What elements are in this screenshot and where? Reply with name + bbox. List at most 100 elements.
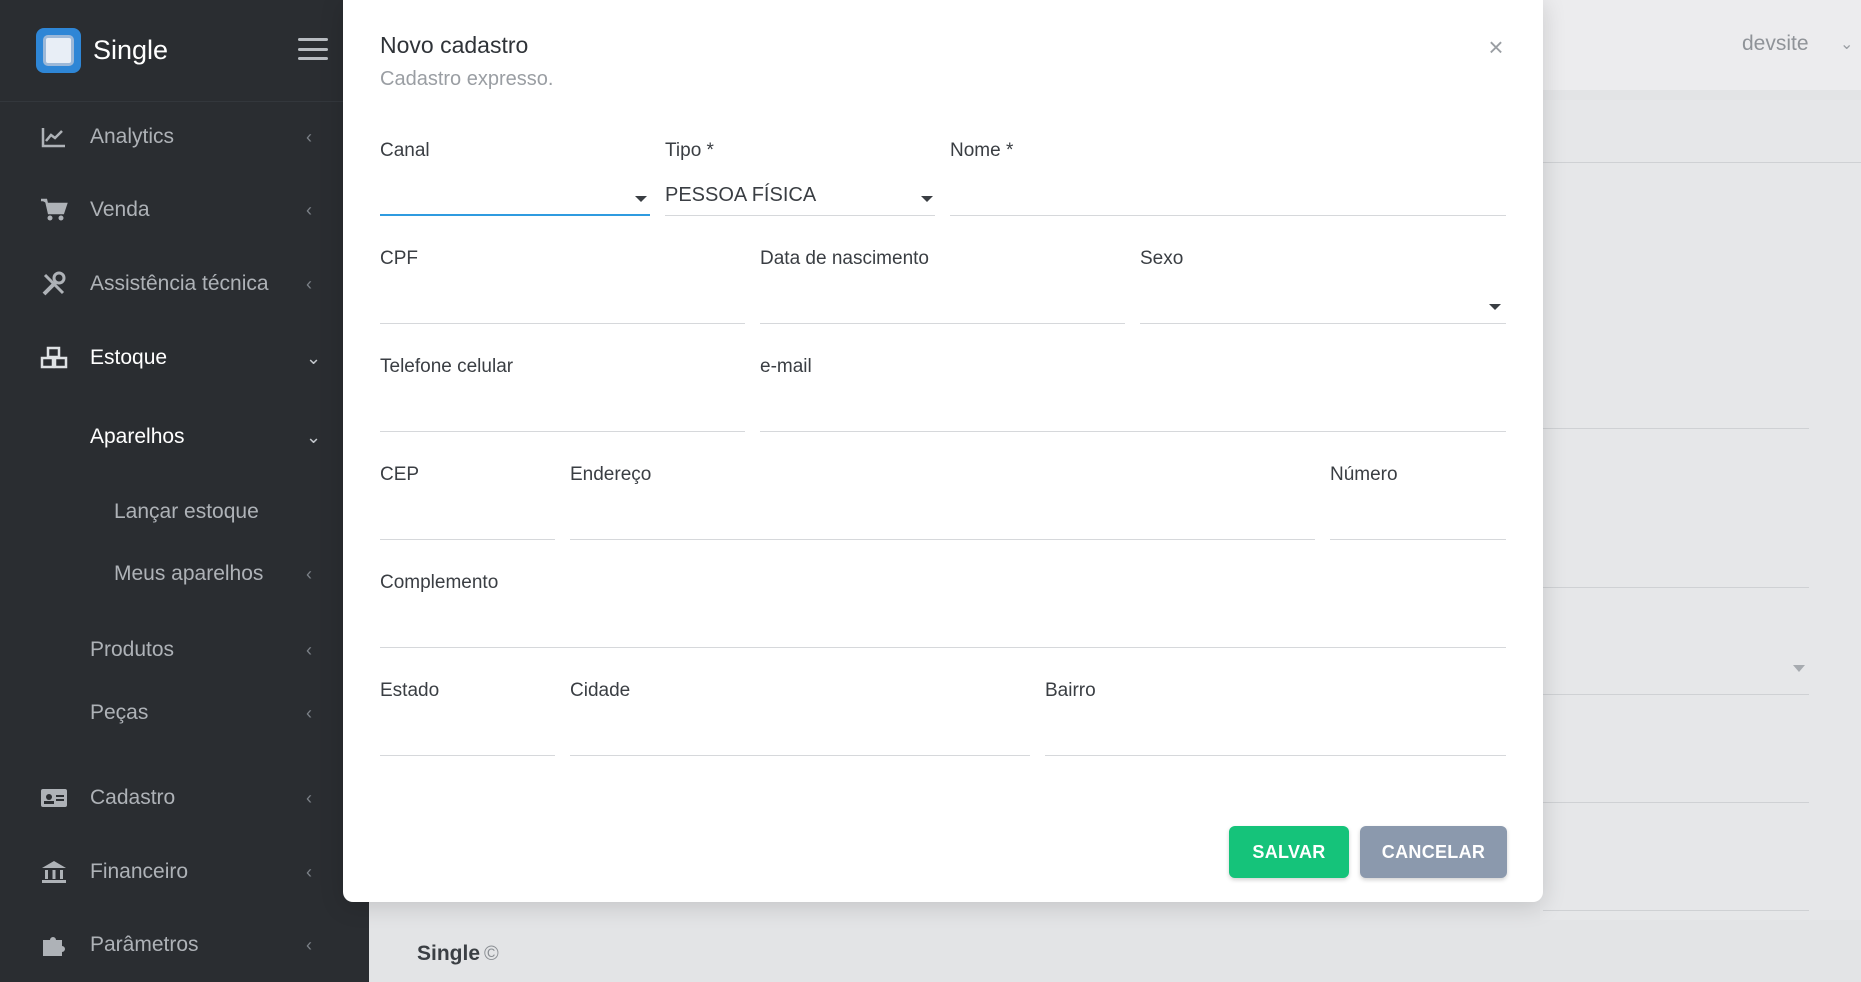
state-input[interactable] [380,710,555,756]
number-label: Número [1330,464,1398,485]
email-field: e-mail [760,356,1506,436]
sidebar: Single Analytics ‹ Venda ‹ Assistência t… [0,0,369,982]
menu-toggle-icon[interactable] [298,38,328,60]
divider [1543,162,1861,163]
sidebar-item-parametros[interactable]: Parâmetros ‹ [0,920,369,970]
chevron-down-icon: ⌄ [306,348,322,368]
divider [1543,428,1809,429]
divider [1543,910,1809,911]
chevron-left-icon: ‹ [306,862,312,882]
complement-label: Complemento [380,572,499,593]
city-input[interactable] [570,710,1030,756]
cep-input[interactable] [380,494,555,540]
cep-label: CEP [380,464,420,485]
brand-name: Single [93,35,169,65]
user-menu[interactable]: devsite [1742,32,1809,56]
sidebar-item-label: Peças [90,701,149,724]
sidebar-item-financeiro[interactable]: Financeiro ‹ [0,847,369,897]
sidebar-item-label: Venda [90,198,150,221]
birthdate-input[interactable] [760,278,1125,324]
tipo-field: Tipo * PESSOA FÍSICA [665,140,935,220]
sidebar-item-meus-aparelhos[interactable]: Meus aparelhos ‹ [0,549,369,599]
sexo-select[interactable] [1140,278,1506,324]
neighborhood-input[interactable] [1045,710,1506,756]
chevron-down-icon[interactable]: ⌄ [1840,34,1853,54]
sidebar-item-assistencia-tecnica[interactable]: Assistência técnica ‹ [0,259,369,309]
brand-logo-icon [36,28,81,73]
save-button[interactable]: SALVAR [1229,826,1349,878]
birthdate-label: Data de nascimento [760,248,929,269]
caret-down-icon [1489,304,1501,310]
id-card-icon [40,784,68,812]
sidebar-item-label: Estoque [90,346,168,369]
close-icon[interactable]: × [1485,34,1507,60]
chevron-left-icon: ‹ [306,564,312,584]
sidebar-item-lancar-estoque[interactable]: Lançar estoque [0,487,369,537]
neighborhood-label: Bairro [1045,680,1096,701]
chevron-left-icon: ‹ [306,127,312,147]
sexo-label: Sexo [1140,248,1184,269]
phone-input[interactable] [380,386,745,432]
sidebar-item-produtos[interactable]: Produtos ‹ [0,625,369,675]
sexo-field: Sexo [1140,248,1506,328]
divider [1543,802,1809,803]
sidebar-item-venda[interactable]: Venda ‹ [0,185,369,235]
city-label: Cidade [570,680,631,701]
number-input[interactable] [1330,494,1506,540]
caret-down-icon [921,196,933,202]
address-label: Endereço [570,464,652,485]
chevron-left-icon: ‹ [306,788,312,808]
address-field: Endereço [570,464,1315,544]
chevron-left-icon: ‹ [306,703,312,723]
sidebar-item-label: Parâmetros [90,933,199,956]
sidebar-item-aparelhos[interactable]: Aparelhos ⌄ [0,412,369,462]
caret-down-icon [635,196,647,202]
tipo-select[interactable]: PESSOA FÍSICA [665,170,935,216]
cpf-input[interactable] [380,278,745,324]
state-field: Estado [380,680,555,760]
sidebar-item-cadastro[interactable]: Cadastro ‹ [0,773,369,823]
complement-input[interactable] [380,602,1506,648]
address-input[interactable] [570,494,1315,540]
number-field: Número [1330,464,1506,544]
nome-input[interactable] [950,170,1506,216]
modal-subtitle: Cadastro expresso. [380,68,554,90]
sidebar-item-label: Produtos [90,638,175,661]
email-input[interactable] [760,386,1506,432]
cep-field: CEP [380,464,555,544]
divider [1543,587,1809,588]
sidebar-item-pecas[interactable]: Peças ‹ [0,688,369,738]
sidebar-item-estoque[interactable]: Estoque ⌄ [0,333,369,383]
cpf-label: CPF [380,248,418,269]
divider [1543,694,1809,695]
chart-line-icon [40,123,68,151]
city-field: Cidade [570,680,1030,760]
canal-field: Canal [380,140,650,220]
sidebar-item-label: Lançar estoque [114,500,259,523]
chevron-left-icon: ‹ [306,640,312,660]
cancel-button[interactable]: CANCELAR [1360,826,1507,878]
background-card [1540,100,1861,920]
modal-title: Novo cadastro [380,32,529,58]
sidebar-item-label: Meus aparelhos [114,562,264,585]
new-registration-modal: Novo cadastro Cadastro expresso. × Canal… [343,0,1543,902]
complement-field: Complemento [380,572,1506,652]
nome-field: Nome * [950,140,1506,220]
caret-down-icon [1793,665,1805,672]
bank-icon [40,858,68,886]
phone-label: Telefone celular [380,356,514,377]
sidebar-item-label: Assistência técnica [90,272,269,295]
footer-brand: Single [417,942,481,965]
neighborhood-field: Bairro [1045,680,1506,760]
tipo-label: Tipo * [665,140,714,161]
canal-select[interactable] [380,170,650,216]
boxes-icon [40,344,68,372]
puzzle-icon [40,931,68,959]
chevron-left-icon: ‹ [306,935,312,955]
cpf-field: CPF [380,248,745,328]
canal-label: Canal [380,140,430,161]
birthdate-field: Data de nascimento [760,248,1125,328]
cart-icon [40,196,68,224]
sidebar-item-analytics[interactable]: Analytics ‹ [0,112,369,162]
chevron-down-icon: ⌄ [306,427,322,447]
